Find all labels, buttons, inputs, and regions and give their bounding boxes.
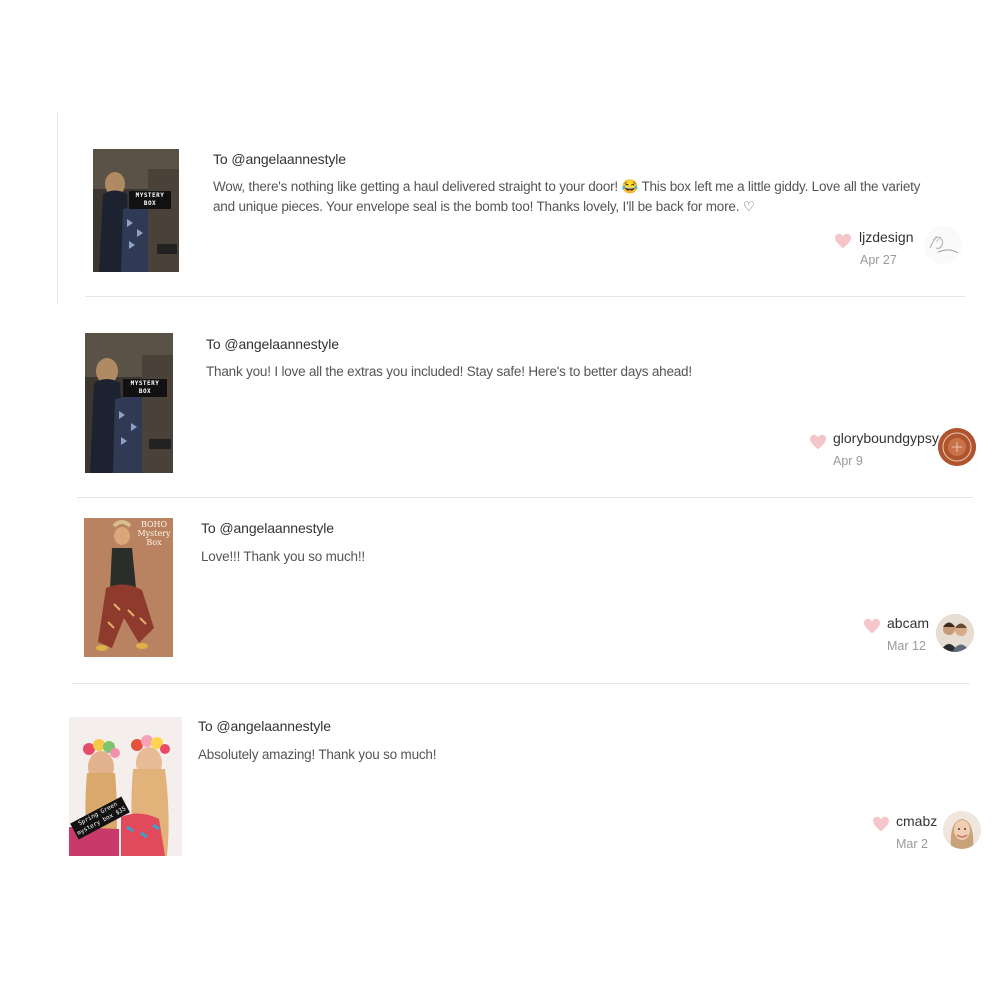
portrait-graphic <box>943 811 981 849</box>
review-card: Spring Green mystery box $35 To @angelaa… <box>0 0 1000 880</box>
review-date: Mar 2 <box>896 837 928 851</box>
reviewer-username[interactable]: cmabz <box>896 813 937 829</box>
flower-crown-thumbnail[interactable]: Spring Green mystery box $35 <box>69 717 182 856</box>
review-message: Absolutely amazing! Thank you so much! <box>198 747 437 762</box>
heart-icon[interactable] <box>872 816 890 832</box>
portrait-avatar[interactable] <box>943 811 981 849</box>
reviews-page: MYSTERY BOX To @angelaannestyle Wow, the… <box>0 0 1000 1000</box>
recipient-line: To @angelaannestyle <box>198 718 331 734</box>
